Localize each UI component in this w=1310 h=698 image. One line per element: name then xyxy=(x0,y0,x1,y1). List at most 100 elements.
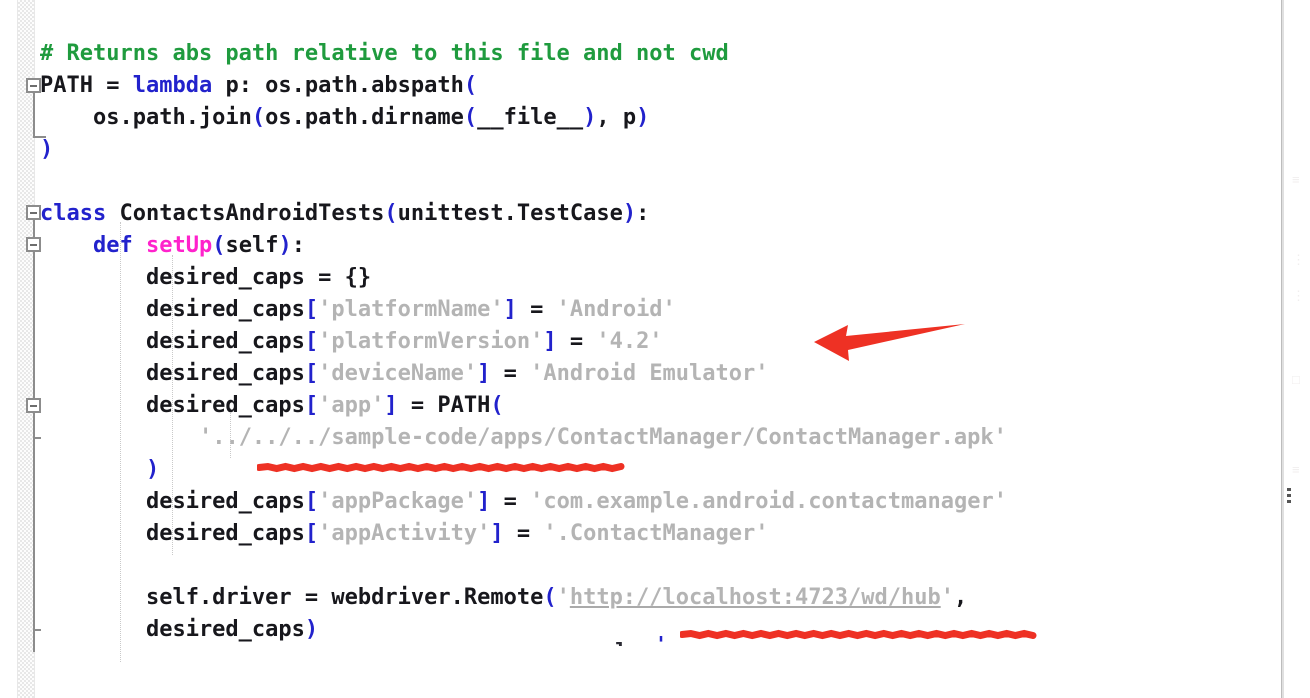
token: self.driver = webdriver.Remote xyxy=(40,585,544,610)
token: 'com.example.android.contactmanager' xyxy=(530,489,1007,514)
token: def xyxy=(92,233,133,258)
token: http://localhost:4723/wd/hub xyxy=(569,585,941,610)
token: desired_caps xyxy=(40,361,305,386)
token: desired_caps xyxy=(40,297,305,322)
token: os.path.join xyxy=(40,105,252,130)
token: [ xyxy=(304,489,319,514)
token: = xyxy=(556,329,597,354)
token: : xyxy=(636,201,650,226)
code-editor: # Returns abs path relative to this file… xyxy=(0,0,1310,698)
token: __file__ xyxy=(477,105,584,130)
code-line-11[interactable]: desired_caps['deviceName'] = 'Android Em… xyxy=(40,358,769,390)
token: 'appActivity' xyxy=(318,521,491,546)
code-line-10[interactable]: desired_caps['platformVersion'] = '4.2' xyxy=(40,326,663,358)
token: 'app' xyxy=(318,393,385,418)
code-line-3[interactable]: os.path.join(os.path.dirname(__file__), … xyxy=(40,102,649,134)
token: '../../../sample-code/apps/ContactManage… xyxy=(198,425,1007,450)
code-line-6[interactable]: class ContactsAndroidTests(unittest.Test… xyxy=(40,198,649,230)
token: # Returns abs path relative to this file… xyxy=(40,41,729,66)
token: 'deviceName' xyxy=(318,361,478,386)
ghost-mark-3: ⋮ xyxy=(1292,288,1305,303)
token: ] xyxy=(503,297,517,322)
code-line-7[interactable]: def setUp(self): xyxy=(40,230,305,262)
ghost-mark-1: ≡ xyxy=(1292,172,1300,187)
token: [ xyxy=(304,521,319,546)
token: ( xyxy=(212,233,226,258)
editor-right-divider[interactable] xyxy=(1281,0,1284,698)
token: 'Android Emulator' xyxy=(530,361,769,386)
code-line-19[interactable]: desired_caps) xyxy=(40,614,318,646)
token: ( xyxy=(543,585,557,610)
token: setUp xyxy=(145,233,213,258)
token: 'platformName' xyxy=(318,297,504,322)
token: = PATH xyxy=(397,393,491,418)
token: ( xyxy=(490,393,504,418)
ghost-mark-5: ≡ xyxy=(1292,462,1300,477)
token: ] xyxy=(490,521,504,546)
token: desired_caps xyxy=(40,521,305,546)
token: 'platformVersion' xyxy=(318,329,544,354)
token: ) xyxy=(622,201,637,226)
token: = xyxy=(490,489,531,514)
token: ) xyxy=(636,105,650,130)
token: desired_caps xyxy=(40,393,305,418)
token: ] xyxy=(384,393,398,418)
token: ] xyxy=(477,361,491,386)
token: lambda xyxy=(132,73,213,98)
ghost-mark-4: □ xyxy=(1292,372,1300,387)
code-line-2[interactable]: PATH = lambda p: os.path.abspath( xyxy=(40,70,477,102)
token: PATH = xyxy=(40,73,133,98)
bottom-cutoff-quote: ' xyxy=(655,632,668,644)
bottom-cutoff-1: ____ xyxy=(282,684,331,698)
code-line-9[interactable]: desired_caps['platformName'] = 'Android' xyxy=(40,294,676,326)
token: [ xyxy=(304,361,319,386)
token: ContactsAndroidTests xyxy=(106,201,385,226)
token: , xyxy=(953,585,968,610)
token: , p xyxy=(596,105,637,130)
bottom-cutoff-tick: ı xyxy=(614,634,627,646)
bottom-cutoff-dash: — xyxy=(560,636,590,646)
code-line-14[interactable]: ) xyxy=(40,454,159,486)
code-text-area[interactable]: # Returns abs path relative to this file… xyxy=(0,0,1310,698)
token: 'Android' xyxy=(556,297,676,322)
token: os.path.dirname xyxy=(265,105,464,130)
token: unittest.TestCase xyxy=(397,201,623,226)
token: 'appPackage' xyxy=(318,489,478,514)
code-line-4[interactable]: ) xyxy=(40,134,53,166)
token: ' xyxy=(940,585,954,610)
code-line-12[interactable]: desired_caps['app'] = PATH( xyxy=(40,390,504,422)
code-line-16[interactable]: desired_caps['appActivity'] = '.ContactM… xyxy=(40,518,769,550)
token: '.ContactManager' xyxy=(543,521,769,546)
token: ) xyxy=(278,233,292,258)
code-line-18[interactable]: self.driver = webdriver.Remote('http://l… xyxy=(40,582,967,614)
token: : xyxy=(291,233,305,258)
token: ) xyxy=(145,457,160,482)
token: = xyxy=(503,521,544,546)
token: ) xyxy=(304,617,319,642)
token: [ xyxy=(304,329,319,354)
token: p: os.path.abspath xyxy=(212,73,464,98)
token: self xyxy=(225,233,279,258)
token: ( xyxy=(384,201,398,226)
code-line-15[interactable]: desired_caps['appPackage'] = 'com.exampl… xyxy=(40,486,1007,518)
code-line-13[interactable]: '../../../sample-code/apps/ContactManage… xyxy=(40,422,1007,454)
token: desired_caps xyxy=(40,489,305,514)
scrollbar-grip-dots[interactable] xyxy=(1287,488,1291,506)
token: '4.2' xyxy=(596,329,663,354)
token: ) xyxy=(583,105,597,130)
token: desired_caps xyxy=(40,617,305,642)
token: ( xyxy=(463,105,478,130)
token: [ xyxy=(304,297,319,322)
token: desired_caps = {} xyxy=(40,265,372,290)
token: = xyxy=(490,361,531,386)
code-line-8[interactable]: desired_caps = {} xyxy=(40,262,371,294)
token: [ xyxy=(304,393,319,418)
token: ) xyxy=(40,137,54,162)
token: ( xyxy=(251,105,266,130)
token: ' xyxy=(556,585,570,610)
token: ] xyxy=(477,489,491,514)
code-line-1[interactable]: # Returns abs path relative to this file… xyxy=(40,38,729,70)
